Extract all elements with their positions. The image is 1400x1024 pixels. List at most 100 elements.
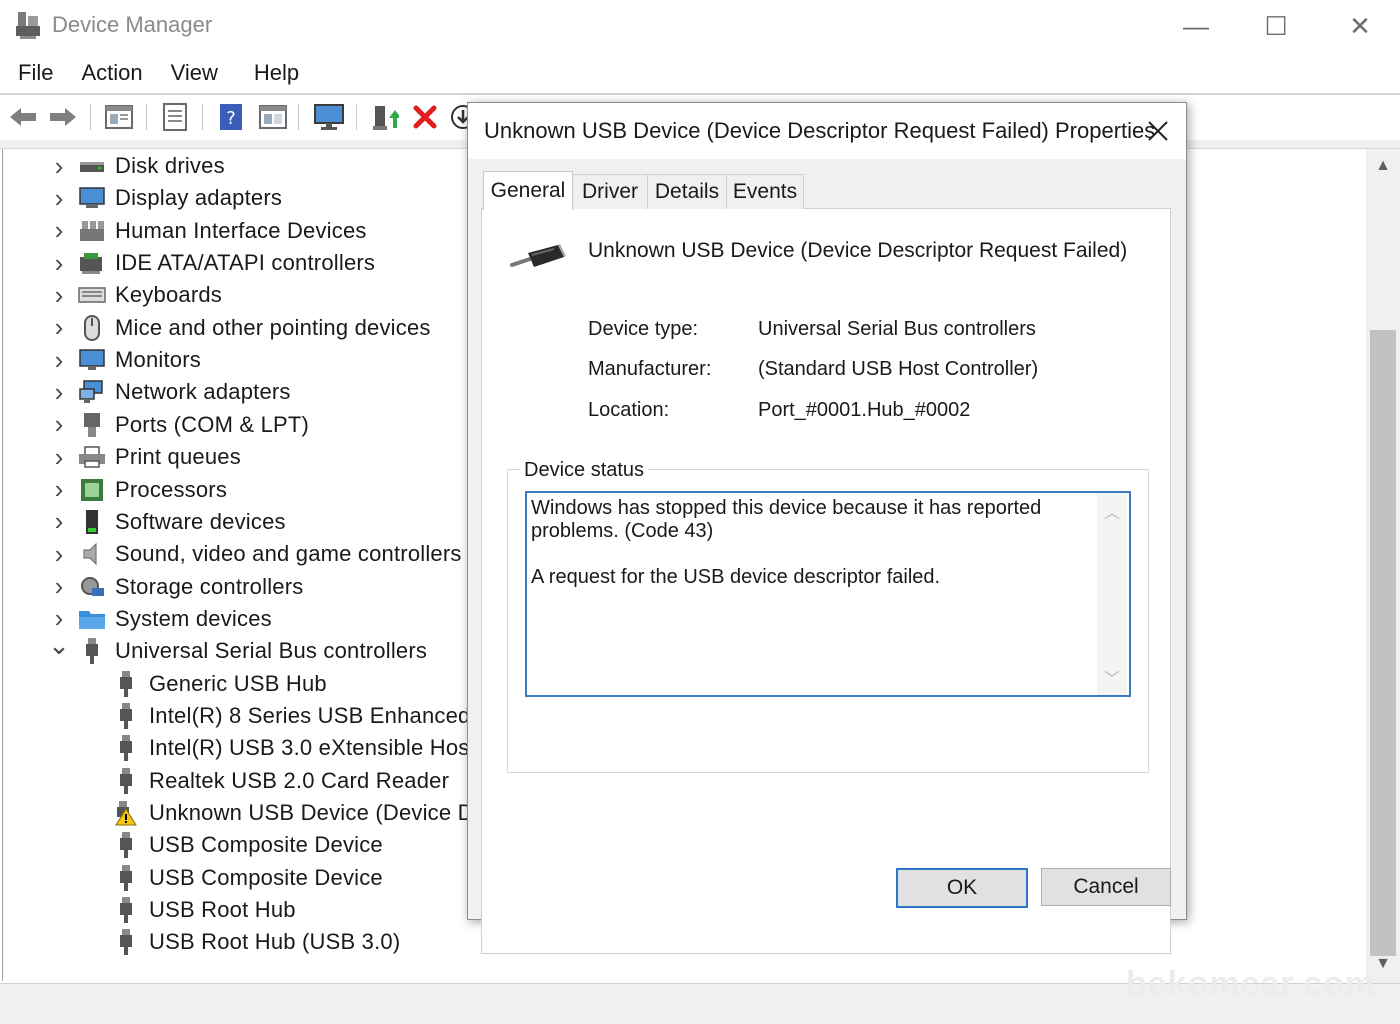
tree-category-label: Mice and other pointing devices [115, 314, 431, 340]
toolbar-separator [146, 104, 147, 130]
chevron-right-icon[interactable]: › [47, 280, 71, 311]
tree-category[interactable]: › Ports (COM & LPT) [47, 409, 310, 440]
location-label: Location: [588, 399, 670, 421]
ok-button[interactable]: OK [896, 868, 1028, 908]
tree-category[interactable]: › Display adapters [47, 183, 282, 213]
chevron-right-icon[interactable]: › [47, 151, 71, 182]
chevron-down-icon[interactable]: ⌄ [47, 630, 71, 661]
tree-category[interactable]: › Storage controllers [47, 571, 304, 602]
status-scrollbar[interactable]: ︿ ﹀ [1097, 493, 1127, 695]
usb-cable-icon [508, 241, 568, 273]
scrollbar-thumb[interactable] [1370, 330, 1396, 956]
tree-category[interactable]: › System devices [47, 603, 272, 634]
tab-driver[interactable]: Driver [572, 174, 648, 209]
properties-icon[interactable] [102, 100, 136, 134]
maximize-button[interactable]: ☐ [1246, 6, 1306, 46]
close-button[interactable]: ✕ [1330, 6, 1390, 46]
tree-category[interactable]: › Network adapters [47, 377, 291, 407]
tree-device-item[interactable]: USB Composite Device [111, 830, 383, 860]
tree-device-item[interactable]: Unknown USB Device (Device Des [111, 798, 497, 828]
tree-device-item[interactable]: Intel(R) 8 Series USB Enhanced Ho [111, 701, 505, 731]
scroll-up-icon[interactable]: ︿ [1097, 499, 1127, 523]
tree-category-label: Ports (COM & LPT) [115, 411, 310, 437]
chevron-right-icon[interactable]: › [47, 345, 71, 376]
display-adapter-icon [77, 185, 107, 211]
menu-help[interactable]: Help [232, 56, 313, 92]
forward-arrow-icon[interactable] [46, 100, 80, 134]
usb-plug-icon [111, 670, 141, 697]
chevron-right-icon[interactable]: › [47, 409, 71, 440]
chevron-right-icon[interactable]: › [47, 571, 71, 602]
tree-category[interactable]: › Print queues [47, 442, 241, 472]
dialog-title: Unknown USB Device (Device Descriptor Re… [484, 118, 1156, 143]
chevron-right-icon[interactable]: › [47, 248, 71, 279]
close-icon [1148, 121, 1168, 141]
help-icon[interactable]: ? [214, 100, 248, 134]
tree-category[interactable]: › Mice and other pointing devices [47, 312, 431, 343]
monitor-icon[interactable] [312, 100, 346, 134]
usb-plug-icon [111, 864, 141, 891]
chevron-right-icon[interactable]: › [47, 377, 71, 408]
tree-category-label: Disk drives [115, 153, 225, 178]
chevron-right-icon[interactable]: › [47, 183, 71, 214]
tree-device-item[interactable]: USB Root Hub (USB 3.0) [111, 927, 400, 957]
usb-plug-icon [111, 767, 141, 794]
tree-device-item[interactable]: Generic USB Hub [111, 669, 327, 699]
tree-device-item[interactable]: USB Root Hub [111, 895, 296, 925]
menu-view[interactable]: View [157, 56, 232, 92]
device-manager-icon [14, 10, 42, 40]
title-bar: Device Manager — ☐ ✕ [0, 0, 1400, 54]
tab-events[interactable]: Events [726, 174, 804, 209]
chevron-right-icon[interactable]: › [47, 442, 71, 473]
manufacturer-label: Manufacturer: [588, 358, 712, 380]
document-icon[interactable] [158, 100, 192, 134]
tree-category[interactable]: › Software devices [47, 506, 286, 537]
tree-category[interactable]: › Monitors [47, 345, 201, 375]
tree-category[interactable]: › Sound, video and game controllers [47, 539, 462, 569]
tree-category[interactable]: ⌄ Universal Serial Bus controllers [47, 630, 427, 666]
tree-device-item[interactable]: USB Composite Device [111, 863, 383, 893]
chevron-right-icon[interactable]: › [47, 474, 71, 505]
tree-device-label: Intel(R) USB 3.0 eXtensible Host C [149, 735, 499, 761]
tree-category-label: Display adapters [115, 185, 283, 211]
tab-details[interactable]: Details [647, 174, 727, 209]
tree-device-item[interactable]: Realtek USB 2.0 Card Reader [111, 766, 449, 796]
view-icon[interactable] [256, 100, 290, 134]
watermark: bekomcar.com [1125, 965, 1376, 1003]
tree-device-item[interactable]: Intel(R) USB 3.0 eXtensible Host C [111, 733, 498, 763]
dialog-close-button[interactable] [1138, 111, 1178, 151]
tree-category-label: IDE ATA/ATAPI controllers [115, 250, 376, 276]
update-driver-icon[interactable] [368, 100, 402, 134]
menu-action[interactable]: Action [67, 56, 156, 92]
chevron-right-icon[interactable]: › [47, 539, 71, 570]
usb-plug-icon [111, 702, 141, 729]
device-status-textbox[interactable]: Windows has stopped this device because … [525, 491, 1131, 697]
device-status-legend: Device status [520, 459, 649, 482]
tab-general[interactable]: General [483, 171, 573, 210]
cancel-button[interactable]: Cancel [1041, 868, 1171, 906]
tree-category-label: Human Interface Devices [115, 217, 367, 243]
menu-separator [0, 93, 1400, 95]
dialog-title-bar: Unknown USB Device (Device Descriptor Re… [468, 103, 1186, 159]
minimize-button[interactable]: — [1166, 6, 1226, 46]
chevron-right-icon[interactable]: › [47, 506, 71, 537]
tree-category[interactable]: › Disk drives [47, 151, 225, 181]
tree-category[interactable]: › Processors [47, 474, 227, 505]
toolbar-separator [298, 104, 299, 130]
chevron-right-icon[interactable]: › [47, 312, 71, 343]
tree-category[interactable]: › IDE ATA/ATAPI controllers [47, 248, 375, 278]
printer-icon [77, 444, 107, 470]
uninstall-icon[interactable] [408, 100, 442, 134]
usb-plug-icon [111, 735, 141, 762]
tree-category[interactable]: › Keyboards [47, 280, 222, 310]
ide-controller-icon [77, 250, 107, 276]
chevron-right-icon[interactable]: › [47, 215, 71, 246]
tree-category[interactable]: › Human Interface Devices [47, 215, 367, 246]
hid-icon [77, 218, 107, 244]
scroll-down-icon[interactable]: ﹀ [1097, 665, 1127, 689]
scroll-up-icon[interactable]: ▲ [1366, 149, 1400, 183]
menu-file[interactable]: File [0, 56, 67, 92]
back-arrow-icon[interactable] [6, 100, 40, 134]
tree-category-label: Keyboards [115, 282, 222, 308]
device-status-text: Windows has stopped this device because … [531, 497, 1042, 588]
